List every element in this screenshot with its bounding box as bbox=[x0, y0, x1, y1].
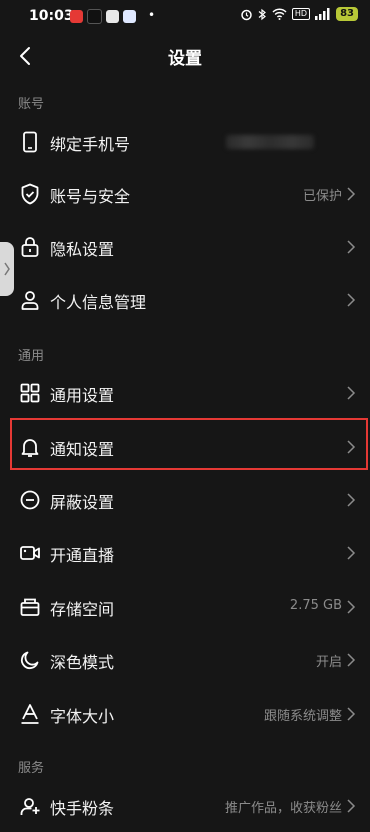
settings-row-dark-mode[interactable]: 深色模式 开启 bbox=[0, 634, 370, 686]
settings-row-general[interactable]: 通用设置 bbox=[0, 367, 370, 419]
settings-row-notification[interactable]: 通知设置 bbox=[0, 421, 370, 473]
storage-icon bbox=[20, 598, 40, 616]
chevron-right-icon bbox=[347, 240, 356, 254]
app-notification-icon bbox=[70, 10, 83, 23]
row-label: 通知设置 bbox=[50, 440, 115, 459]
row-label: 通用设置 bbox=[50, 386, 115, 405]
row-value: 跟随系统调整 bbox=[263, 709, 342, 724]
chevron-right-icon bbox=[347, 707, 356, 721]
battery-icon: 83 bbox=[336, 7, 358, 21]
settings-row-fans[interactable]: 快手粉条 推广作品，收获粉丝 bbox=[0, 780, 370, 832]
status-app-icons bbox=[70, 9, 136, 24]
row-label: 开通直播 bbox=[50, 546, 115, 565]
settings-row-personal-info[interactable]: 个人信息管理 bbox=[0, 274, 370, 326]
section-header-service: 服务 bbox=[18, 761, 45, 776]
row-label: 绑定手机号 bbox=[50, 135, 131, 154]
section-header-account: 账号 bbox=[18, 97, 45, 112]
fans-icon bbox=[20, 798, 40, 815]
row-value: 2.75 GB bbox=[289, 598, 342, 613]
row-label: 账号与安全 bbox=[50, 187, 131, 206]
tiktok-notification-icon bbox=[87, 9, 102, 24]
row-label: 快手粉条 bbox=[50, 799, 115, 818]
app-notification-icon bbox=[106, 10, 119, 23]
settings-row-font-size[interactable]: 字体大小 跟随系统调整 bbox=[0, 688, 370, 740]
block-icon bbox=[20, 490, 40, 510]
chevron-right-icon bbox=[4, 262, 10, 276]
hd-icon: HD bbox=[291, 8, 311, 20]
chevron-right-icon bbox=[347, 493, 356, 507]
section-header-general: 通用 bbox=[18, 349, 45, 364]
alarm-icon bbox=[241, 9, 252, 20]
status-indicators: HD 83 bbox=[240, 7, 358, 21]
moon-icon bbox=[20, 651, 39, 670]
status-time: 10:03 bbox=[29, 8, 74, 24]
row-label: 屏蔽设置 bbox=[50, 493, 115, 512]
status-more-dot: • bbox=[148, 8, 156, 22]
app-notification-icon bbox=[123, 10, 136, 23]
settings-row-account-security[interactable]: 账号与安全 已保护 bbox=[0, 168, 370, 220]
row-label: 个人信息管理 bbox=[50, 293, 147, 312]
bluetooth-icon bbox=[258, 8, 266, 20]
row-label: 隐私设置 bbox=[50, 240, 115, 259]
video-icon bbox=[20, 546, 40, 560]
row-value: 开启 bbox=[315, 655, 342, 670]
font-icon bbox=[21, 704, 39, 724]
grid-icon bbox=[20, 383, 40, 403]
page-title: 设置 bbox=[168, 49, 202, 69]
bell-icon bbox=[21, 439, 39, 457]
settings-row-block[interactable]: 屏蔽设置 bbox=[0, 474, 370, 526]
chevron-right-icon bbox=[347, 293, 356, 307]
chevron-right-icon bbox=[347, 187, 356, 201]
side-drawer-handle[interactable] bbox=[0, 242, 14, 296]
row-label: 字体大小 bbox=[50, 707, 115, 726]
phone-number-redacted bbox=[226, 135, 314, 149]
row-label: 存储空间 bbox=[50, 600, 115, 619]
settings-row-bind-phone[interactable]: 绑定手机号 bbox=[0, 116, 370, 168]
status-bar: 10:03 • HD 83 bbox=[0, 0, 370, 34]
settings-row-live[interactable]: 开通直播 bbox=[0, 527, 370, 579]
wifi-icon bbox=[272, 8, 287, 20]
row-value: 已保护 bbox=[302, 189, 342, 204]
nav-bar: 设置 bbox=[0, 34, 370, 78]
row-label: 深色模式 bbox=[50, 653, 115, 672]
chevron-right-icon bbox=[347, 799, 356, 813]
signal-icon bbox=[315, 8, 330, 20]
chevron-right-icon bbox=[347, 440, 356, 454]
settings-row-storage[interactable]: 存储空间 2.75 GB bbox=[0, 581, 370, 633]
person-icon bbox=[21, 291, 39, 310]
chevron-right-icon bbox=[347, 600, 356, 614]
lock-icon bbox=[21, 237, 39, 257]
row-value: 推广作品，收获粉丝 bbox=[224, 801, 342, 816]
phone-icon bbox=[23, 131, 37, 153]
chevron-right-icon bbox=[347, 653, 356, 667]
chevron-right-icon bbox=[347, 386, 356, 400]
settings-row-privacy[interactable]: 隐私设置 bbox=[0, 221, 370, 273]
chevron-right-icon bbox=[347, 546, 356, 560]
shield-icon bbox=[21, 183, 39, 205]
